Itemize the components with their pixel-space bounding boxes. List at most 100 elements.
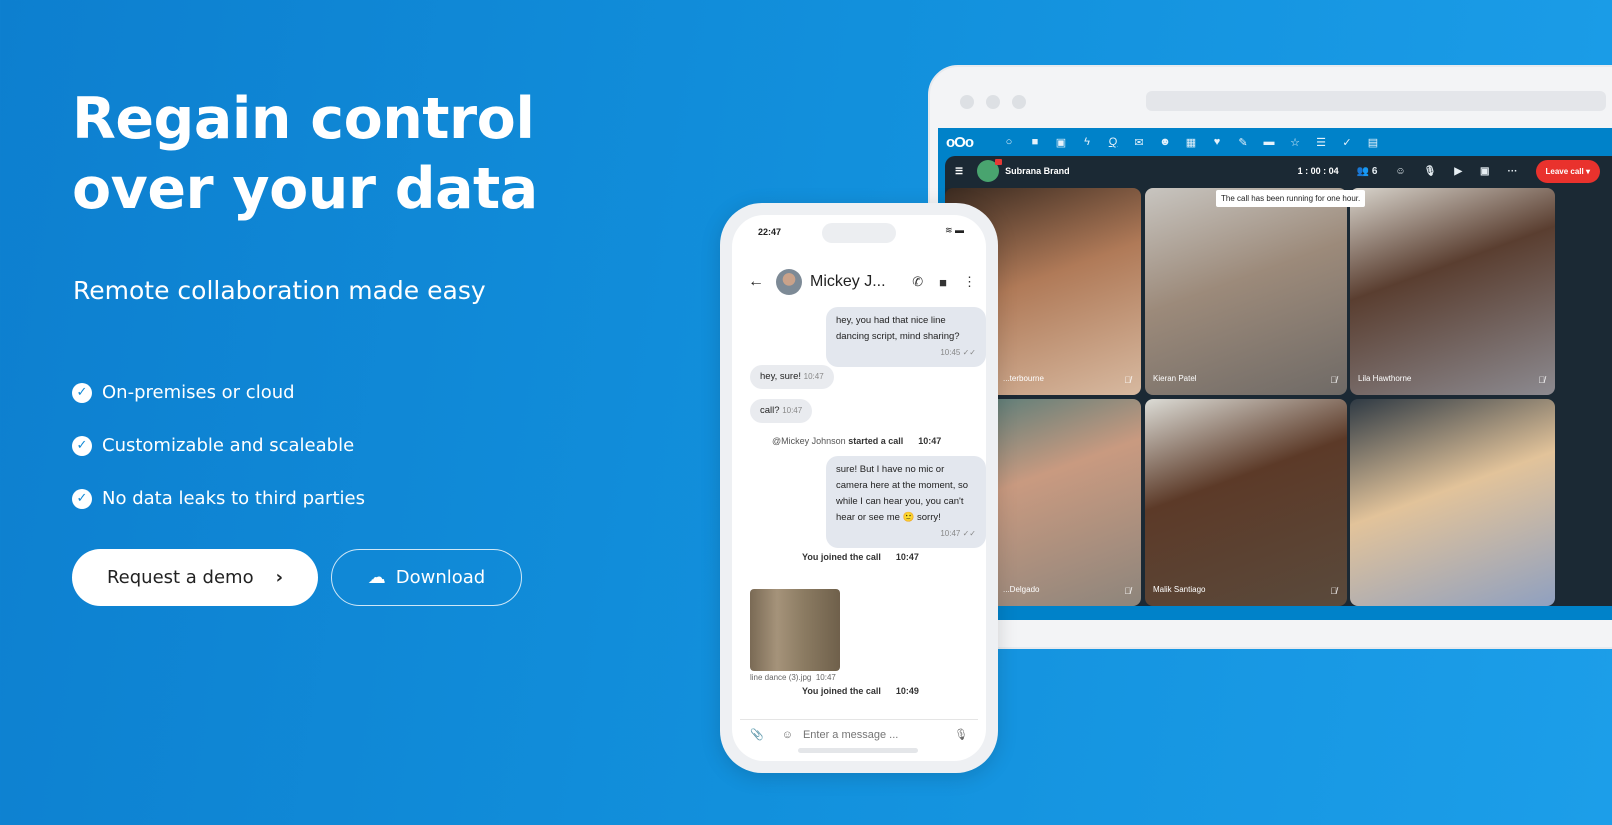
chevron-right-icon: › [275,567,284,588]
participant-name: Malik Santiago [1153,585,1206,594]
video-tile[interactable] [1350,399,1555,606]
phone-icon[interactable]: ✆ [912,274,923,290]
feature-label: No data leaks to third parties [102,488,365,509]
feature-list: ✓ On-premises or cloud ✓ Customizable and … [72,366,365,525]
title-line: over your data [72,156,538,222]
room-name: Subrana Brand [1005,166,1070,176]
contacts-icon[interactable]: ☻ [1152,136,1178,148]
reaction-icon[interactable]: ☺ [1395,166,1405,177]
message-time: 10:47 [782,406,803,415]
menu-icon[interactable]: ☰ [955,166,963,177]
message-incoming: hey, sure! 10:47 [750,365,834,389]
status-time: 22:47 [758,227,782,237]
request-demo-button[interactable]: Request a demo › [72,549,318,606]
back-arrow-icon[interactable]: ← [748,273,764,291]
nextcloud-logo: oOo [946,133,974,151]
call-header: ☰ Subrana Brand 1 : 00 : 04 👥 6 ☺ 🎙 ▶ ▣ … [945,156,1612,186]
button-label: Request a demo [106,567,254,588]
message-text: hey, you had that nice line dancing scri… [836,315,960,342]
leave-call-button[interactable]: Leave call ▾ [1535,159,1600,183]
video-tile[interactable]: Kieran Patel 🎙̸ [1145,188,1347,395]
check-icon: ✓ [72,435,92,456]
message-time: 10:45 [940,348,961,357]
emoji-icon[interactable]: ☺ [782,729,793,741]
contact-name[interactable]: Mickey J... [810,273,896,291]
mic-off-icon: 🎙̸ [1538,375,1545,385]
activity-icon[interactable]: ϟ [1074,136,1100,148]
window-dots [960,95,1026,109]
timer-tooltip: The call has been running for one hour. [1216,190,1366,207]
dashboard-icon[interactable]: ○ [996,136,1022,148]
call-timer[interactable]: 1 : 00 : 04 [1298,166,1339,176]
more-vert-icon[interactable]: ⋮ [963,274,976,290]
talk-icon[interactable]: Q [1100,136,1126,148]
check-icon: ✓ [72,382,92,403]
cloud-download-icon: ☁ [367,567,386,588]
message-composer: 📎 ☺ 🎙 [740,719,978,749]
check-icon: ✓ [72,488,92,509]
home-indicator [798,748,918,753]
shared-image[interactable] [750,589,840,671]
dynamic-island [822,223,896,243]
participant-name: ...terbourne [1003,374,1044,383]
photos-icon[interactable]: ▣ [1048,136,1074,149]
participant-name: Kieran Patel [1153,374,1197,383]
feature-item: ✓ No data leaks to third parties [72,472,365,525]
mic-off-icon: 🎙̸ [1330,586,1337,596]
contact-avatar [776,269,802,295]
phone-mockup: 22:47 ≋ ▬ ← Mickey J... ✆ ■ ⋮ hey, you h… [720,203,998,773]
attach-icon[interactable]: 📎 [750,728,764,741]
heart-icon[interactable]: ♥ [1204,136,1230,148]
participant-count: 6 [1371,165,1378,177]
tables-icon[interactable]: ▤ [1360,136,1386,149]
participant-name: ...Delgado [1003,585,1040,594]
hero-subtitle: Remote collaboration made easy [73,276,486,305]
url-bar [1146,91,1606,111]
tasks-icon[interactable]: ✓ [1334,136,1360,149]
video-tile[interactable]: Lila Hawthorne 🎙̸ [1350,188,1555,395]
chat-header: ← Mickey J... ✆ ■ ⋮ [748,267,976,297]
mic-off-icon: 🎙̸ [1124,375,1131,385]
participant-name: Lila Hawthorne [1358,374,1412,383]
video-grid: ...terbourne 🎙̸ Kieran Patel 🎙̸ Lila Hawth… [945,188,1612,606]
image-caption: line dance (3).jpg 10:47 [750,673,836,682]
system-message: You joined the call 10:49 [802,686,919,696]
feature-label: On-premises or cloud [102,382,295,403]
button-label: Download [395,567,486,588]
video-tile[interactable]: Malik Santiago 🎙̸ [1145,399,1347,606]
leave-label: Leave call [1545,166,1584,176]
message-incoming: call? 10:47 [750,399,813,423]
mail-icon[interactable]: ✉ [1126,136,1152,149]
mic-off-icon: 🎙̸ [1124,586,1131,596]
mic-off-icon: 🎙̸ [1330,375,1337,385]
microphone-icon[interactable]: 🎙 [954,728,968,741]
participants-icon[interactable]: 👥 6 [1357,166,1378,177]
message-text: call? [760,405,780,416]
list-icon[interactable]: ☰ [1308,136,1334,149]
files-icon[interactable]: ■ [1022,136,1048,148]
feature-label: Customizable and scaleable [102,435,355,456]
message-time: 10:47 [803,372,824,381]
more-icon[interactable]: ··· [1508,166,1518,177]
star-icon[interactable]: ☆ [1282,136,1308,149]
message-outgoing: hey, you had that nice line dancing scri… [826,307,986,367]
message-text: hey, sure! [760,371,802,382]
feature-item: ✓ On-premises or cloud [72,366,365,419]
message-time: 10:47 [940,529,961,538]
camera-off-icon[interactable]: ▶ [1454,166,1462,177]
video-icon[interactable]: ■ [939,275,947,290]
message-text: sure! But I have no mic or camera here a… [836,464,969,523]
chat-screen: 22:47 ≋ ▬ ← Mickey J... ✆ ■ ⋮ hey, you h… [732,215,986,761]
app-nav-bar: oOo ○ ■ ▣ ϟ Q ✉ ☻ ▦ ♥ ✎ ▬ ☆ ☰ ✓ ▤ [938,128,1612,156]
system-message: @Mickey Johnson started a call 10:47 [772,436,942,446]
deck-icon[interactable]: ▬ [1256,136,1282,148]
download-button[interactable]: ☁ Download [331,549,522,606]
message-input[interactable] [802,728,955,741]
nextcloud-screen: oOo ○ ■ ▣ ϟ Q ✉ ☻ ▦ ♥ ✎ ▬ ☆ ☰ ✓ ▤ ☰ Subrana Brand 1 : … [938,128,1612,620]
pencil-icon[interactable]: ✎ [1230,136,1256,149]
screen-share-icon[interactable]: ▣ [1480,166,1489,177]
wifi-battery-icon: ≋ ▬ [944,225,964,235]
mic-off-icon[interactable]: 🎙 [1424,166,1437,177]
calendar-icon[interactable]: ▦ [1178,136,1204,149]
call-window: ☰ Subrana Brand 1 : 00 : 04 👥 6 ☺ 🎙 ▶ ▣ … [945,156,1612,606]
